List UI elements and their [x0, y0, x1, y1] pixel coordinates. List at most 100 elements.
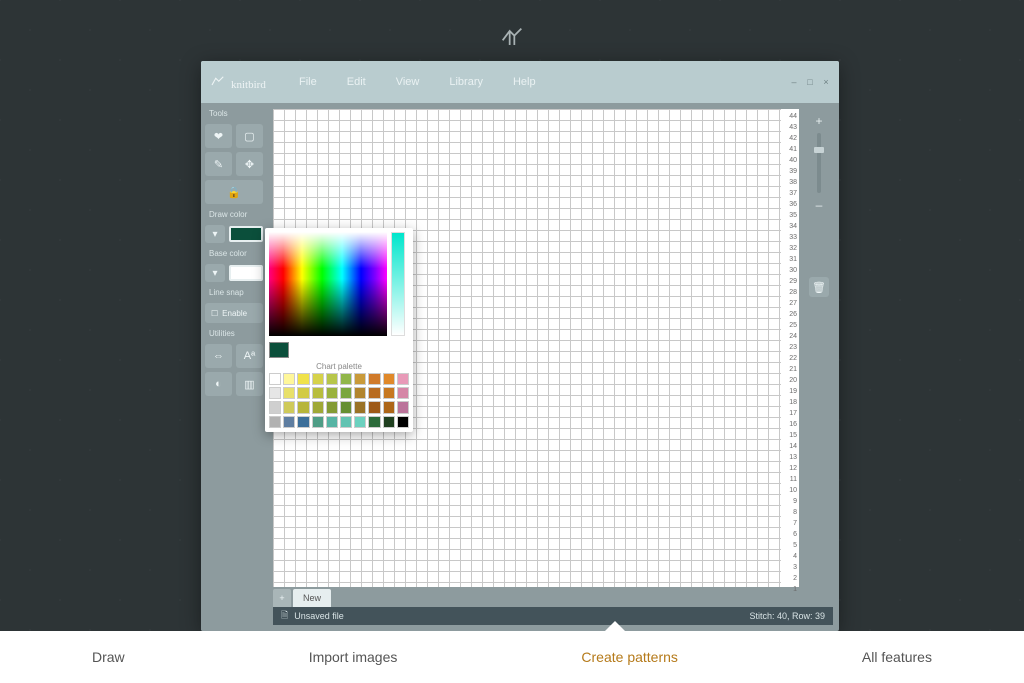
palette-swatch[interactable] — [368, 373, 380, 385]
row-numbers: 4443424140393837363534333231302928272625… — [781, 109, 799, 587]
color-picker-popover: Chart palette — [265, 228, 413, 432]
zoom-rail: + – 🗑 — [805, 109, 833, 587]
tool-stamp[interactable]: ❤ — [205, 124, 232, 148]
utility-mirror[interactable]: ⇔ — [205, 344, 232, 368]
line-snap-label: Line snap — [205, 286, 263, 299]
palette-swatch[interactable] — [312, 416, 324, 428]
main-menu: File Edit View Library Help — [299, 76, 536, 88]
palette-swatch[interactable] — [269, 373, 281, 385]
palette-swatch[interactable] — [368, 416, 380, 428]
palette-swatch[interactable] — [354, 387, 366, 399]
palette-swatch[interactable] — [297, 416, 309, 428]
palette-swatch[interactable] — [340, 401, 352, 413]
utility-text[interactable]: Aª — [236, 344, 263, 368]
document-tabs: + New — [273, 587, 833, 607]
palette-swatch[interactable] — [283, 416, 295, 428]
palette-swatch[interactable] — [297, 373, 309, 385]
utilities-label: Utilities — [205, 327, 263, 340]
palette-swatch[interactable] — [383, 416, 395, 428]
palette-swatch[interactable] — [269, 401, 281, 413]
palette-swatch[interactable] — [269, 416, 281, 428]
tool-select[interactable]: ▢ — [236, 124, 263, 148]
palette-swatch[interactable] — [397, 373, 409, 385]
palette-swatch[interactable] — [383, 373, 395, 385]
palette-swatch[interactable] — [283, 387, 295, 399]
maximize-button[interactable]: □ — [805, 77, 815, 87]
nav-create[interactable]: Create patterns — [581, 649, 678, 665]
menu-library[interactable]: Library — [449, 76, 483, 88]
palette-swatch[interactable] — [354, 401, 366, 413]
palette-swatch[interactable] — [354, 373, 366, 385]
tool-eyedropper[interactable]: ✎ — [205, 152, 232, 176]
palette-swatch[interactable] — [368, 387, 380, 399]
palette-swatch[interactable] — [326, 387, 338, 399]
menu-help[interactable]: Help — [513, 76, 536, 88]
palette-swatch[interactable] — [340, 387, 352, 399]
base-color-label: Base color — [205, 247, 263, 260]
status-stitch: Stitch: 40, Row: 39 — [749, 611, 825, 621]
palette-swatch[interactable] — [312, 387, 324, 399]
palette-swatch[interactable] — [340, 416, 352, 428]
palette-swatch[interactable] — [383, 387, 395, 399]
palette-swatch[interactable] — [312, 401, 324, 413]
palette-swatch[interactable] — [397, 401, 409, 413]
current-color-swatch — [269, 342, 289, 358]
zoom-in-button[interactable]: + — [811, 113, 827, 129]
palette-swatch[interactable] — [397, 387, 409, 399]
brand: knitbird — [209, 73, 279, 91]
palette-swatch[interactable] — [326, 401, 338, 413]
window-controls: – □ × — [789, 77, 831, 87]
zoom-slider[interactable] — [817, 133, 821, 193]
chart-palette-label: Chart palette — [269, 362, 409, 371]
nav-all[interactable]: All features — [862, 649, 932, 665]
tool-lock[interactable]: 🔒 — [205, 180, 263, 204]
brand-text: knitbird — [231, 79, 266, 91]
site-logo-icon — [498, 24, 526, 58]
nav-draw[interactable]: Draw — [92, 649, 125, 665]
palette-swatch[interactable] — [326, 373, 338, 385]
sidebar: Tools ❤ ▢ ✎ ✥ 🔒 Draw color ▾ Base color … — [201, 103, 267, 631]
tool-move[interactable]: ✥ — [236, 152, 263, 176]
site-nav: Draw Import images Create patterns All f… — [0, 631, 1024, 683]
line-snap-enable[interactable]: ☐ Enable — [205, 303, 263, 323]
palette-swatch[interactable] — [368, 401, 380, 413]
palette-swatch[interactable] — [397, 416, 409, 428]
chart-palette — [269, 373, 409, 428]
palette-swatch[interactable] — [326, 416, 338, 428]
palette-swatch[interactable] — [283, 373, 295, 385]
close-button[interactable]: × — [821, 77, 831, 87]
titlebar: knitbird File Edit View Library Help – □… — [201, 61, 839, 103]
zoom-thumb[interactable] — [814, 147, 824, 153]
draw-color-icon: ▾ — [205, 225, 225, 243]
status-bar: 🗎 Unsaved file Stitch: 40, Row: 39 — [273, 607, 833, 625]
palette-swatch[interactable] — [269, 387, 281, 399]
base-color-icon: ▾ — [205, 264, 225, 282]
palette-swatch[interactable] — [297, 387, 309, 399]
nav-import[interactable]: Import images — [309, 649, 398, 665]
palette-swatch[interactable] — [297, 401, 309, 413]
palette-swatch[interactable] — [283, 401, 295, 413]
menu-file[interactable]: File — [299, 76, 317, 88]
file-icon: 🗎 — [281, 608, 288, 624]
utility-document[interactable]: ▥ — [236, 372, 263, 396]
menu-view[interactable]: View — [396, 76, 420, 88]
palette-swatch[interactable] — [383, 401, 395, 413]
trash-button[interactable]: 🗑 — [809, 277, 829, 297]
zoom-out-button[interactable]: – — [811, 197, 827, 213]
enable-text: Enable — [222, 309, 247, 318]
color-spectrum[interactable] — [269, 232, 387, 336]
checkbox-icon: ☐ — [211, 309, 218, 318]
draw-color-swatch[interactable] — [229, 226, 263, 242]
minimize-button[interactable]: – — [789, 77, 799, 87]
base-color-swatch[interactable] — [229, 265, 263, 281]
nav-caret-icon — [605, 621, 625, 631]
palette-swatch[interactable] — [312, 373, 324, 385]
palette-swatch[interactable] — [340, 373, 352, 385]
hue-slider[interactable] — [391, 232, 405, 336]
menu-edit[interactable]: Edit — [347, 76, 366, 88]
tools-label: Tools — [205, 107, 263, 120]
tab-new[interactable]: New — [293, 589, 331, 607]
utility-palette[interactable]: ◐ — [205, 372, 232, 396]
palette-swatch[interactable] — [354, 416, 366, 428]
tab-add[interactable]: + — [273, 589, 291, 607]
